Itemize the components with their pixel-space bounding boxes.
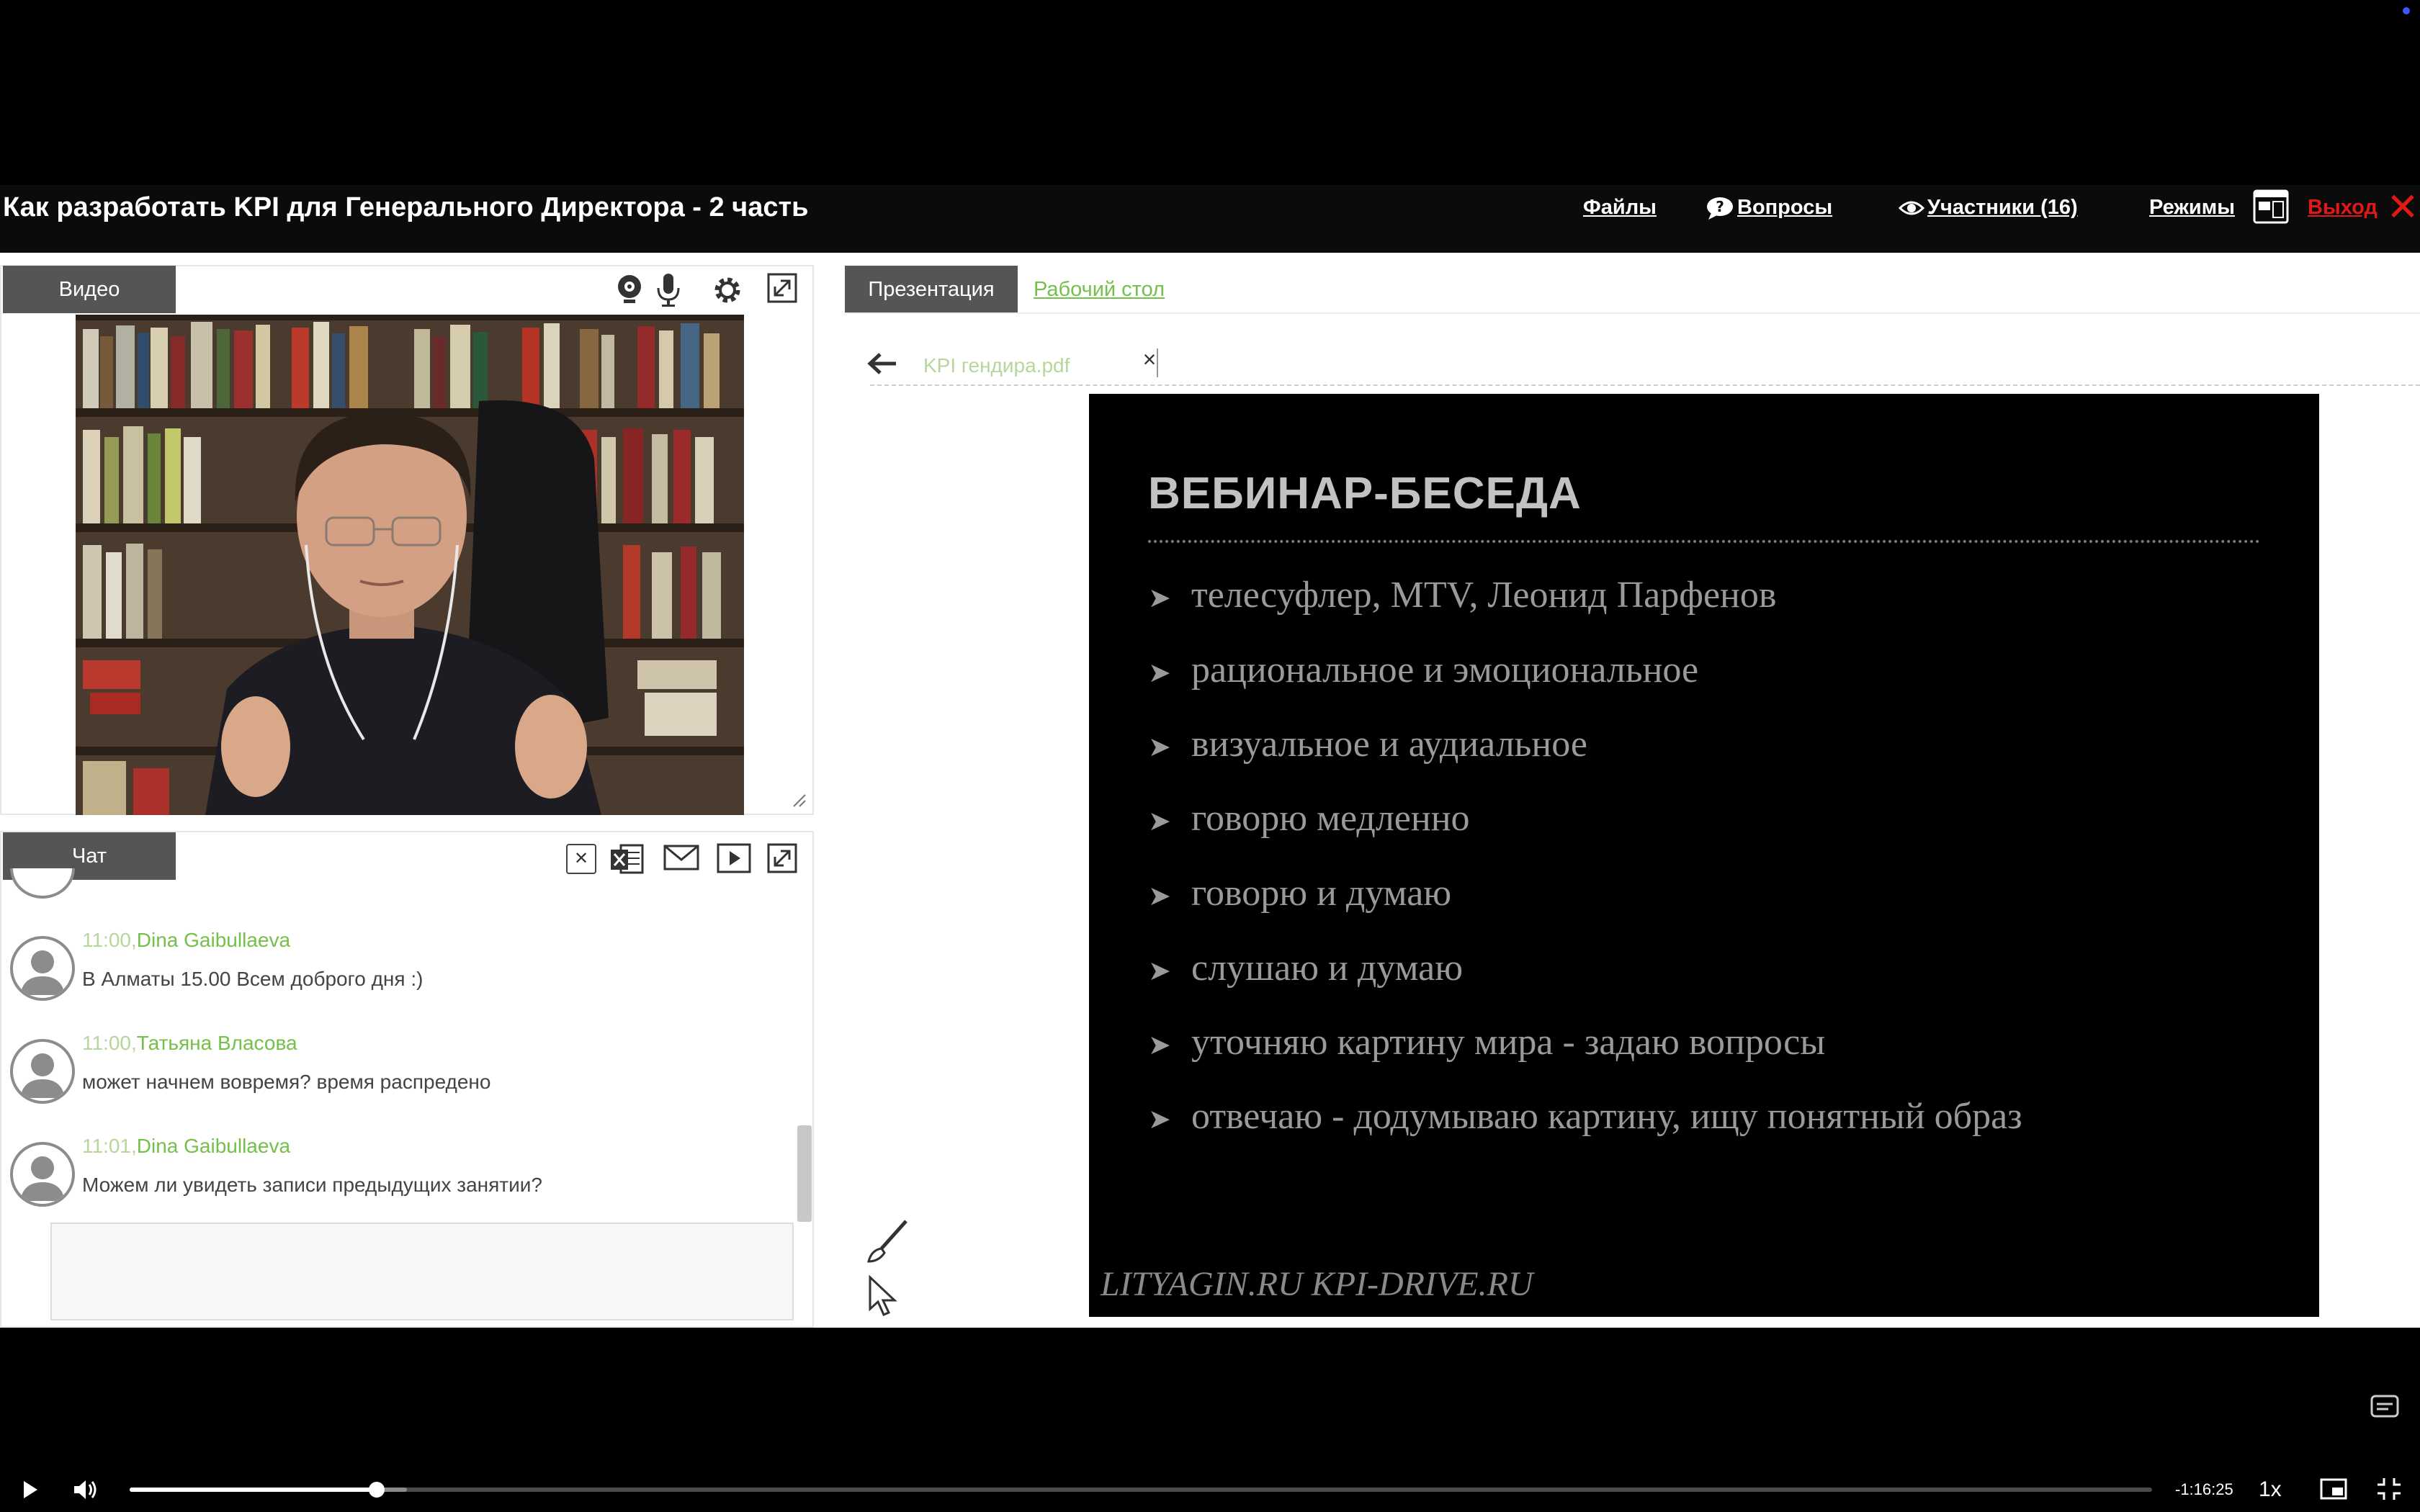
avatar — [10, 936, 75, 1001]
slide-divider — [1148, 540, 2260, 543]
expand-icon[interactable] — [762, 272, 802, 312]
progress-knob[interactable] — [368, 1482, 385, 1498]
webinar-title: Как разработать KPI для Генерального Дир… — [3, 192, 809, 222]
exit-link[interactable]: Выход — [2308, 193, 2378, 222]
message-time: 11:01, — [82, 1135, 137, 1157]
video-tab[interactable]: Видео — [3, 266, 176, 313]
progress-fill — [130, 1488, 377, 1492]
message-time: 11:00, — [82, 1032, 137, 1054]
webcam-video — [76, 315, 744, 815]
divider — [844, 312, 2420, 314]
message-meta: 11:00,Dina Gaibullaeva — [82, 929, 290, 952]
questions-link-label: Вопросы — [1737, 196, 1833, 219]
bullet-text: рациональное и эмоциональное — [1191, 649, 1699, 690]
message-meta: 11:00,Татьяна Власова — [82, 1032, 297, 1055]
chat-expand-icon[interactable] — [766, 842, 798, 874]
slide-bullet: ➤ рациональное и эмоциональное — [1148, 645, 1698, 696]
slide-bullet: ➤ слушаю и думаю — [1148, 943, 1463, 994]
participants-link[interactable]: Участники (16) — [1898, 193, 2078, 222]
modes-link-label: Режимы — [2149, 196, 2235, 219]
message-text: может начнем вовремя? время распредено — [82, 1071, 491, 1093]
eye-icon — [1898, 201, 1925, 215]
avatar — [10, 1039, 75, 1104]
questions-link[interactable]: ? Вопросы — [1706, 193, 1832, 222]
message-time: 11:00, — [82, 929, 137, 951]
captions-icon[interactable] — [2370, 1394, 2400, 1418]
slide-bullet: ➤ отвечаю - додумываю картину, ищу понятн… — [1148, 1092, 2022, 1142]
exit-link-label: Выход — [2308, 196, 2378, 219]
arrow-bullet-icon: ➤ — [1148, 731, 1171, 762]
pointer-icon[interactable] — [866, 1274, 902, 1318]
resize-handle-icon[interactable] — [791, 792, 807, 808]
brush-icon[interactable] — [861, 1217, 912, 1267]
arrow-bullet-icon: ➤ — [1148, 582, 1171, 613]
slide-title: ВЕБИНАР-БЕСЕДА — [1148, 469, 1582, 518]
gear-icon[interactable] — [707, 272, 748, 312]
bullet-text: визуальное и аудиальное — [1191, 724, 1587, 765]
message-text: В Алматы 15.00 Всем доброго дня :) — [82, 968, 424, 990]
close-icon[interactable]: ✕ — [2385, 186, 2420, 229]
arrow-bullet-icon: ➤ — [1148, 805, 1171, 837]
chat-message: 11:00,Татьяна Власова может начнем вовре… — [0, 1032, 792, 1118]
close-file-icon[interactable]: × — [1137, 344, 1162, 374]
participants-link-label: Участники (16) — [1927, 196, 2078, 219]
avatar — [10, 1142, 75, 1207]
text-caret — [1157, 348, 1158, 377]
bullet-text: отвечаю - додумываю картину, ищу понятны… — [1191, 1096, 2022, 1137]
slide-footer: LITYAGIN.RU KPI-DRIVE.RU — [1101, 1265, 1533, 1303]
files-link-label: Файлы — [1583, 196, 1657, 219]
message-meta: 11:01,Dina Gaibullaeva — [82, 1135, 290, 1158]
layout-modes-icon[interactable] — [2253, 189, 2289, 224]
arrow-bullet-icon: ➤ — [1148, 955, 1171, 986]
slide-bullet: ➤ говорю медленно — [1148, 793, 1470, 844]
playback-speed-button[interactable]: 1x — [2259, 1476, 2282, 1503]
bullet-text: телесуфлер, MTV, Леонид Парфенов — [1191, 575, 1777, 616]
recording-indicator — [2403, 7, 2410, 14]
chat-message: 11:01,Dina Gaibullaeva Можем ли увидеть … — [0, 1135, 792, 1221]
webcam-icon[interactable] — [609, 272, 650, 312]
arrow-bullet-icon: ➤ — [1148, 1103, 1171, 1135]
play-icon[interactable] — [17, 1477, 42, 1502]
mail-icon[interactable] — [663, 842, 700, 874]
files-link[interactable]: Файлы — [1583, 193, 1657, 222]
question-bubble-icon: ? — [1707, 197, 1733, 220]
arrow-bullet-icon: ➤ — [1148, 1029, 1171, 1061]
slide-bullet: ➤ визуальное и аудиальное — [1148, 719, 1587, 770]
exit-fullscreen-icon[interactable] — [2375, 1476, 2403, 1502]
time-remaining: -1:16:25 — [2175, 1480, 2233, 1498]
picture-in-picture-icon[interactable] — [2319, 1476, 2348, 1502]
slide-bullet: ➤ говорю и думаю — [1148, 868, 1451, 919]
back-arrow-icon[interactable] — [864, 346, 905, 386]
slide-bullet: ➤ уточняю картину мира - задаю вопросы — [1148, 1017, 1825, 1068]
bullet-text: слушаю и думаю — [1191, 948, 1464, 989]
modes-link[interactable]: Режимы — [2149, 193, 2235, 222]
chat-scrollbar[interactable] — [797, 1125, 812, 1222]
bullet-text: уточняю картину мира - задаю вопросы — [1191, 1022, 1826, 1063]
arrow-bullet-icon: ➤ — [1148, 657, 1171, 688]
desktop-tab-link[interactable]: Рабочий стол — [1034, 270, 1165, 309]
message-author[interactable]: Dina Gaibullaeva — [137, 929, 290, 951]
file-name[interactable]: KPI гендира.pdf — [923, 351, 1070, 380]
message-text: Можем ли увидеть записи предыдущих занят… — [82, 1174, 542, 1196]
arrow-bullet-icon: ➤ — [1148, 880, 1171, 912]
excel-export-icon[interactable] — [609, 841, 645, 877]
presentation-tab[interactable]: Презентация — [845, 266, 1018, 313]
chat-input[interactable] — [50, 1223, 794, 1320]
slide-bullet: ➤ телесуфлер, MTV, Леонид Парфенов — [1148, 570, 1776, 621]
play-icon[interactable] — [716, 842, 752, 874]
svg-text:?: ? — [1716, 198, 1724, 215]
file-underline — [870, 384, 2420, 386]
volume-icon[interactable] — [72, 1477, 99, 1502]
bullet-text: говорю медленно — [1191, 798, 1470, 839]
microphone-icon[interactable] — [648, 272, 689, 312]
bullet-text: говорю и думаю — [1191, 873, 1452, 914]
chat-message: 11:00,Dina Gaibullaeva В Алматы 15.00 Вс… — [0, 929, 792, 1015]
message-author[interactable]: Татьяна Власова — [137, 1032, 297, 1054]
clear-chat-icon[interactable]: ✕ — [566, 844, 596, 874]
presentation-slide — [1089, 394, 2319, 1317]
message-author[interactable]: Dina Gaibullaeva — [137, 1135, 290, 1157]
progress-track[interactable] — [130, 1488, 2152, 1492]
